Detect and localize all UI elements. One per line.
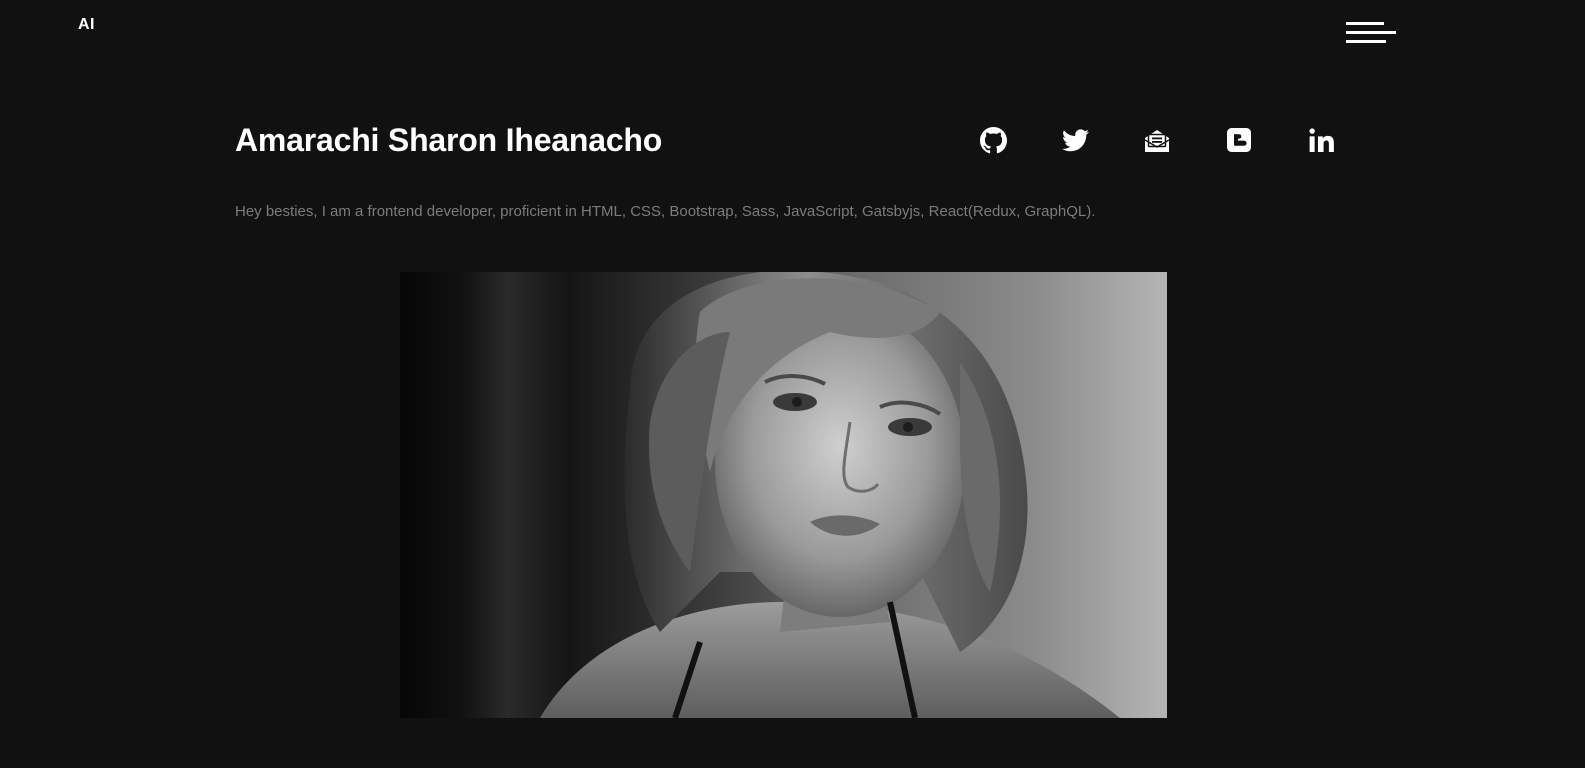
menu-line [1346,31,1396,34]
menu-line [1346,40,1386,43]
github-icon [979,126,1007,153]
twitter-link[interactable] [1057,122,1093,158]
social-links [975,122,1339,160]
portrait-photo [400,272,1167,718]
blogger-link[interactable] [1221,122,1257,158]
github-link[interactable] [975,122,1011,158]
email-link[interactable] [1139,122,1175,158]
twitter-icon [1061,128,1089,151]
linkedin-icon [1308,127,1334,152]
portrait-illustration [540,272,1120,718]
menu-line [1346,22,1384,25]
hamburger-menu-button[interactable] [1346,20,1398,46]
blogger-icon [1227,128,1251,152]
bio-text: Hey besties, I am a frontend developer, … [235,203,1096,220]
linkedin-link[interactable] [1303,122,1339,158]
logo[interactable]: AI [78,16,95,34]
email-icon [1144,129,1170,152]
page-title: Amarachi Sharon Iheanacho [235,122,663,158]
